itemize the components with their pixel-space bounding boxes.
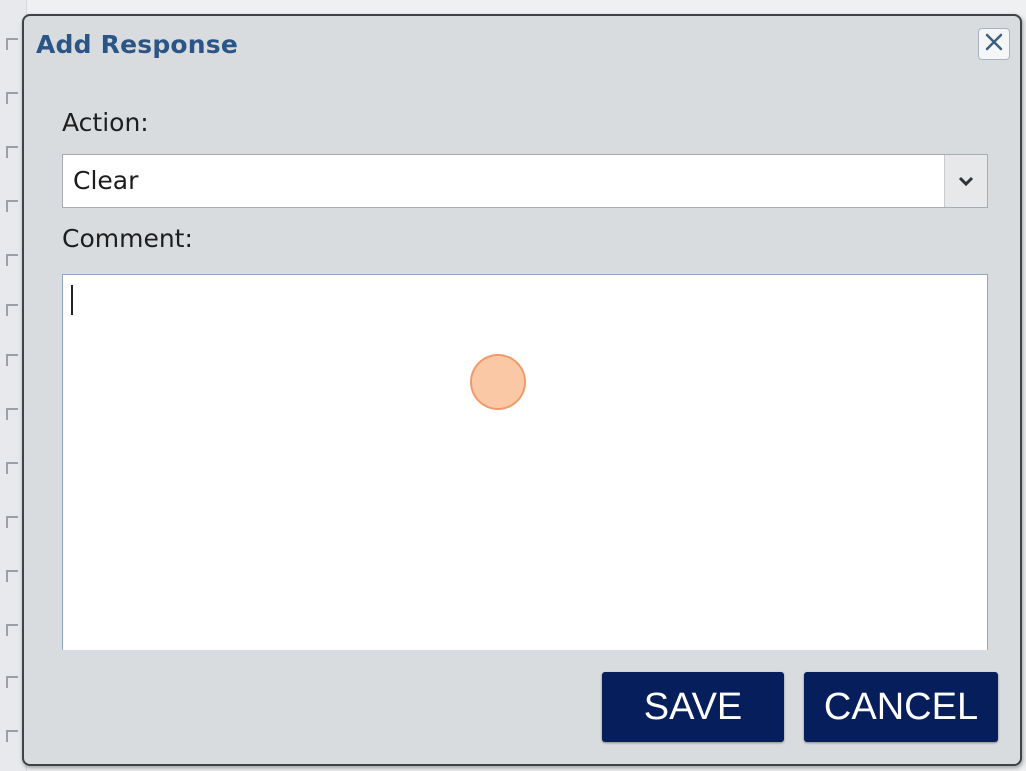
background-tick (6, 254, 18, 266)
text-caret (71, 285, 73, 315)
background-tick (6, 304, 18, 316)
close-button[interactable] (978, 28, 1010, 60)
background-tick (6, 570, 18, 582)
background-tick (6, 408, 18, 420)
action-label: Action: (62, 108, 149, 137)
comment-label: Comment: (62, 224, 193, 253)
cancel-button[interactable]: CANCEL (804, 672, 998, 742)
background-tick (6, 38, 18, 50)
background-tick (6, 730, 18, 742)
click-indicator (470, 354, 526, 410)
comment-textarea[interactable] (62, 274, 988, 650)
action-select[interactable]: Clear (62, 154, 988, 208)
dropdown-arrow-button[interactable] (944, 155, 987, 207)
background-tick (6, 676, 18, 688)
save-button[interactable]: SAVE (602, 672, 784, 742)
background-tick (6, 354, 18, 366)
background-tick (6, 462, 18, 474)
background-tick (6, 516, 18, 528)
dialog-title: Add Response (36, 30, 239, 59)
background-tick (6, 92, 18, 104)
action-selected-value: Clear (73, 166, 139, 195)
background-tick (6, 624, 18, 636)
chevron-down-icon (958, 176, 974, 187)
add-response-dialog: Add Response Action: Clear Comment: SAVE… (22, 14, 1022, 766)
background-tick (6, 200, 18, 212)
background-tick (6, 146, 18, 158)
close-icon (984, 32, 1004, 56)
